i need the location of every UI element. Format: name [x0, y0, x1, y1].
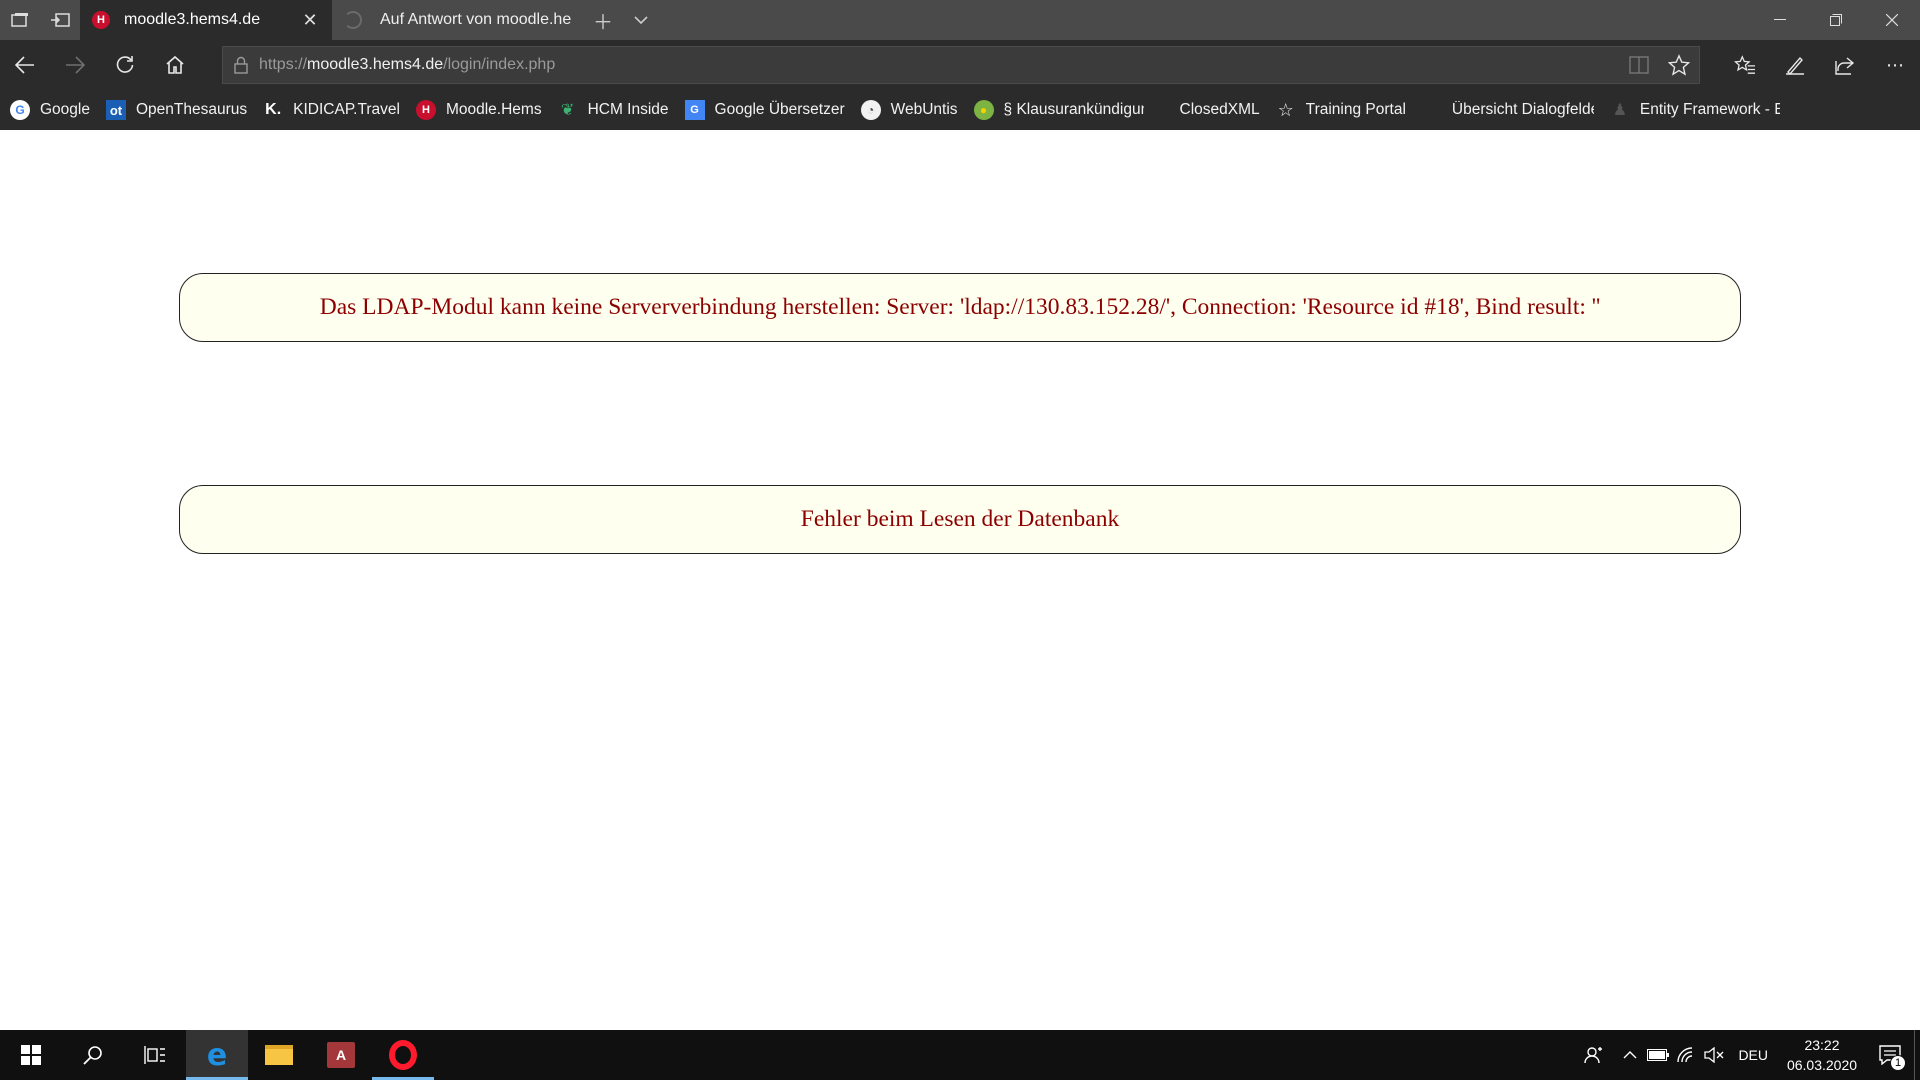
clock[interactable]: 23:22 06.03.2020 [1778, 1035, 1866, 1075]
page-content: Das LDAP-Modul kann keine Serververbindu… [0, 130, 1920, 1030]
favorite-entity-framework[interactable]: ♟ Entity Framework - Er [1610, 100, 1780, 120]
tab-manager-icon[interactable] [0, 0, 40, 40]
favorite-closedxml[interactable]: ClosedXML [1180, 101, 1260, 119]
favorite-openthesaurus[interactable]: ot OpenThesaurus [105, 100, 248, 120]
minimize-icon[interactable] [1752, 0, 1808, 40]
favorite-label: Google [40, 101, 90, 118]
tab-loading[interactable]: Auf Antwort von moodle.he [332, 0, 584, 40]
favorite-google[interactable]: G Google [10, 100, 90, 120]
restore-icon[interactable] [1808, 0, 1864, 40]
webuntis-icon: ◔ [860, 100, 881, 120]
openthesaurus-icon: ot [105, 100, 126, 120]
speaker-muted-icon[interactable] [1700, 1030, 1728, 1080]
tab-moodle[interactable]: H moodle3.hems4.de ✕ [80, 0, 332, 40]
clock-time: 23:22 [1804, 1037, 1840, 1053]
home-icon[interactable] [150, 40, 200, 90]
forward-icon[interactable] [50, 40, 100, 90]
moodle-icon: H [92, 11, 110, 29]
favorite-kidicap[interactable]: K. KIDICAP.Travel [263, 100, 400, 120]
new-tab-icon[interactable]: ＋ [584, 0, 622, 40]
url-path: /login/index.php [443, 56, 556, 73]
microsoft-icon [1422, 100, 1442, 120]
favorite-label: Moodle.Hems [445, 101, 542, 118]
favorite-moodle[interactable]: H Moodle.Hems [415, 100, 542, 120]
star-icon: ☆ [1277, 99, 1294, 120]
entity-framework-icon: ♟ [1612, 102, 1628, 119]
favorite-label: ClosedXML [1179, 101, 1260, 118]
kidicap-icon: K. [265, 101, 282, 118]
favorite-label: Training Portal [1305, 101, 1406, 118]
opera-browser-icon[interactable] [372, 1030, 434, 1080]
taskbar: e A DEU 23:22 06.03.2020 1 [0, 1030, 1920, 1080]
search-icon[interactable] [62, 1030, 124, 1080]
moodle-icon: H [415, 100, 436, 120]
file-explorer-icon[interactable] [248, 1030, 310, 1080]
battery-icon[interactable] [1644, 1030, 1672, 1080]
reading-view-icon[interactable] [1619, 56, 1659, 74]
google-icon: G [10, 100, 30, 120]
back-icon[interactable] [0, 40, 50, 90]
address-bar[interactable]: https://moodle3.hems4.de/login/index.php [222, 46, 1700, 84]
close-window-icon[interactable] [1864, 0, 1920, 40]
tab-title: Auf Antwort von moodle.he [380, 11, 572, 28]
favorite-label: HCM Inside [587, 101, 669, 118]
favorite-label: KIDICAP.Travel [293, 101, 400, 118]
database-error-message: Fehler beim Lesen der Datenbank [179, 485, 1741, 554]
favorite-dialogfelder[interactable]: Übersicht Dialogfelder [1422, 100, 1594, 120]
favorite-label: WebUntis [890, 101, 958, 118]
google-translate-icon: G [684, 100, 705, 120]
set-tabs-aside-icon[interactable] [40, 0, 80, 40]
show-desktop-button[interactable] [1914, 1030, 1920, 1080]
tab-title: moodle3.hems4.de [124, 11, 261, 28]
access-app-icon[interactable]: A [310, 1030, 372, 1080]
favorite-star-icon[interactable] [1659, 54, 1699, 76]
favorite-webuntis[interactable]: ◔ WebUntis [860, 100, 958, 120]
favorites-hub-icon[interactable] [1720, 40, 1770, 90]
favorite-hcm-inside[interactable]: ❦ HCM Inside [558, 100, 669, 120]
hcm-icon: ❦ [560, 102, 575, 119]
pen-notes-icon[interactable] [1770, 40, 1820, 90]
favorite-klausur[interactable]: ● § Klausurankündigung [973, 100, 1144, 120]
wifi-icon[interactable] [1672, 1030, 1700, 1080]
url-host: moodle3.hems4.de [307, 56, 444, 73]
favorite-training-portal[interactable]: ☆ Training Portal [1276, 100, 1406, 120]
task-view-icon[interactable] [124, 1030, 186, 1080]
lock-icon[interactable] [223, 56, 259, 74]
windows-start-icon[interactable] [0, 1030, 62, 1080]
more-options-icon[interactable]: ⋯ [1870, 40, 1920, 90]
ldap-error-message: Das LDAP-Modul kann keine Serververbindu… [179, 273, 1741, 342]
close-tab-icon[interactable]: ✕ [298, 8, 322, 32]
navigation-bar: https://moodle3.hems4.de/login/index.php… [0, 40, 1920, 90]
url-text[interactable]: https://moodle3.hems4.de/login/index.php [259, 56, 1619, 74]
favorite-google-translate[interactable]: G Google Übersetzer [684, 100, 845, 120]
favorite-label: Entity Framework - Er [1639, 101, 1780, 118]
clock-date: 06.03.2020 [1786, 1057, 1858, 1073]
chevron-down-icon[interactable] [622, 0, 660, 40]
refresh-icon[interactable] [100, 40, 150, 90]
action-center-icon[interactable]: 1 [1866, 1030, 1914, 1080]
edge-browser-icon[interactable]: e [186, 1030, 248, 1080]
notification-badge: 1 [1890, 1055, 1906, 1071]
favorite-label: § Klausurankündigung [1003, 101, 1144, 118]
chevron-up-icon[interactable] [1616, 1030, 1644, 1080]
loading-spinner-icon [344, 11, 362, 29]
system-tray: DEU 23:22 06.03.2020 1 [1572, 1030, 1920, 1080]
url-prefix: https:// [259, 56, 308, 73]
share-icon[interactable] [1820, 40, 1870, 90]
favorite-label: OpenThesaurus [135, 101, 248, 118]
tab-bar: H moodle3.hems4.de ✕ Auf Antwort von moo… [0, 0, 1920, 40]
favorites-bar: G Google ot OpenThesaurus K. KIDICAP.Tra… [0, 90, 1920, 130]
people-icon[interactable] [1572, 1030, 1616, 1080]
klausur-icon: ● [973, 100, 994, 120]
favorite-label: Übersicht Dialogfelder [1451, 101, 1594, 118]
language-indicator[interactable]: DEU [1728, 1047, 1778, 1063]
favorite-label: Google Übersetzer [714, 101, 845, 118]
